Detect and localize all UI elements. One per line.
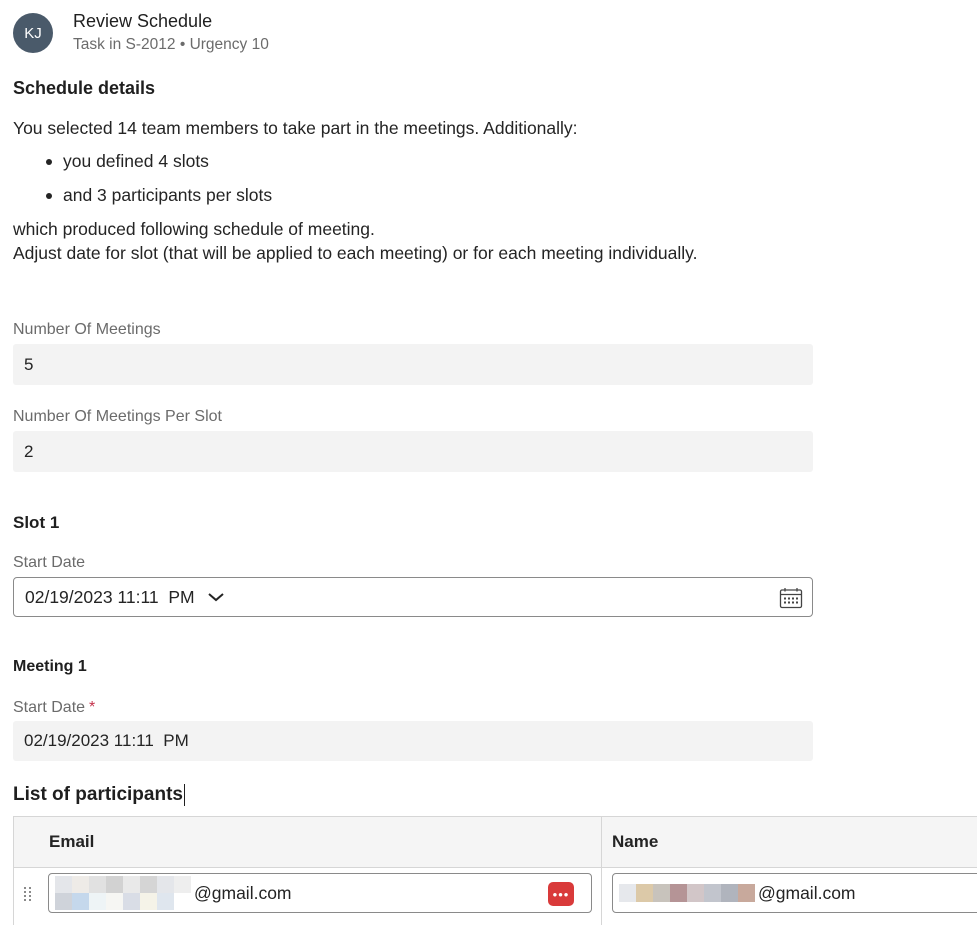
drag-handle-icon[interactable] bbox=[24, 887, 32, 906]
slot-start-date-input[interactable]: 02/19/2023 11:11 PM bbox=[13, 577, 813, 617]
schedule-description-line-1: which produced following schedule of mee… bbox=[13, 219, 375, 239]
participants-table: Email Name @gmail.com ••• @gmail.com bbox=[13, 816, 977, 925]
email-input[interactable]: @gmail.com ••• bbox=[48, 873, 592, 913]
bullet-dot bbox=[46, 193, 52, 199]
name-value: @gmail.com bbox=[758, 882, 856, 903]
bullet-item-slots: you defined 4 slots bbox=[63, 151, 209, 171]
redacted-area bbox=[55, 876, 191, 910]
meeting-heading: Meeting 1 bbox=[13, 658, 87, 675]
column-divider bbox=[601, 817, 602, 925]
meeting-start-date-value: 02/19/2023 11:11 PM bbox=[24, 731, 189, 750]
meetings-per-slot-field: 2 bbox=[13, 431, 813, 472]
required-asterisk: * bbox=[89, 699, 96, 716]
meeting-start-date-label: Start Date * bbox=[13, 699, 95, 717]
chevron-down-icon[interactable] bbox=[207, 592, 225, 602]
calendar-icon[interactable] bbox=[779, 587, 803, 614]
schedule-description-line-2: Adjust date for slot (that will be appli… bbox=[13, 243, 698, 263]
number-of-meetings-field: 5 bbox=[13, 344, 813, 385]
task-title: Review Schedule bbox=[73, 11, 213, 31]
bullet-dot bbox=[46, 159, 52, 165]
password-manager-icon[interactable]: ••• bbox=[548, 882, 574, 906]
meeting-start-date-field[interactable]: 02/19/2023 11:11 PM bbox=[13, 721, 813, 761]
slot-start-date-value: 02/19/2023 11:11 PM bbox=[25, 586, 195, 607]
participants-heading-text: List of participants bbox=[13, 784, 183, 806]
slot-start-date-label: Start Date bbox=[13, 554, 86, 571]
task-subtitle: Task in S-2012 • Urgency 10 bbox=[73, 36, 269, 53]
number-of-meetings-label: Number Of Meetings bbox=[13, 321, 161, 338]
column-header-email[interactable]: Email bbox=[49, 817, 94, 867]
name-input[interactable]: @gmail.com bbox=[612, 873, 977, 913]
bullet-item-participants: and 3 participants per slots bbox=[63, 185, 273, 205]
participants-heading: List of participants bbox=[13, 784, 185, 806]
intro-text: You selected 14 team members to take par… bbox=[13, 118, 578, 138]
meeting-start-date-label-text: Start Date bbox=[13, 699, 86, 716]
avatar: KJ bbox=[13, 13, 53, 53]
meetings-per-slot-label: Number Of Meetings Per Slot bbox=[13, 408, 222, 425]
table-header: Email Name bbox=[14, 817, 977, 868]
redacted-area bbox=[619, 884, 755, 902]
slot-heading: Slot 1 bbox=[13, 513, 60, 532]
text-cursor bbox=[183, 784, 185, 806]
schedule-details-heading: Schedule details bbox=[13, 78, 156, 98]
column-header-name[interactable]: Name bbox=[612, 817, 658, 867]
email-value: @gmail.com bbox=[194, 882, 292, 903]
